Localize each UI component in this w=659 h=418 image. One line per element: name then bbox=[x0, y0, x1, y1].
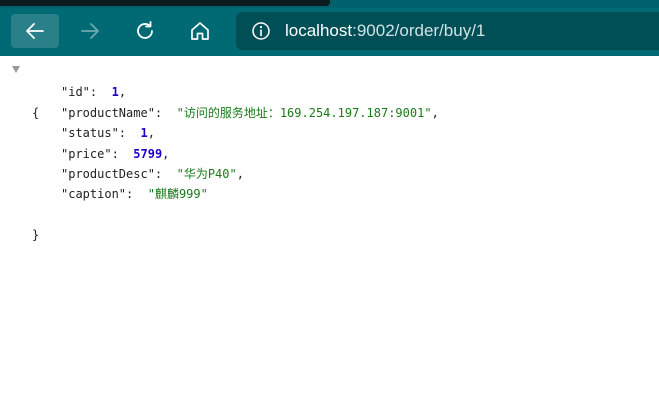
browser-toolbar: localhost:9002/order/buy/1 bbox=[0, 8, 659, 56]
json-comma: , bbox=[236, 166, 244, 181]
json-colon: : bbox=[118, 126, 141, 141]
site-info-button[interactable] bbox=[251, 21, 271, 41]
arrow-right-icon bbox=[81, 23, 99, 39]
json-key: "productDesc" bbox=[61, 166, 155, 181]
json-key: "id" bbox=[61, 85, 90, 100]
json-comma: , bbox=[147, 126, 155, 141]
json-entry: "caption": "麒麟999" bbox=[0, 184, 659, 204]
collapse-toggle-icon[interactable] bbox=[12, 66, 20, 73]
json-value: 5799 bbox=[133, 146, 163, 161]
json-colon: : bbox=[89, 85, 112, 100]
json-key: "productName" bbox=[61, 105, 155, 120]
active-tab-edge bbox=[0, 0, 330, 6]
json-colon: : bbox=[154, 166, 177, 181]
json-entries: "id": 1, "productName": "访问的服务地址：169.254.… bbox=[0, 82, 659, 204]
json-colon: : bbox=[154, 105, 177, 120]
json-entry-content: "id": 1, bbox=[61, 82, 126, 102]
home-button[interactable] bbox=[176, 14, 224, 48]
json-entry: "status": 1, bbox=[0, 123, 659, 143]
json-close-line: } bbox=[0, 205, 659, 242]
json-value: 1 bbox=[111, 85, 119, 100]
json-entry-content: "caption": "麒麟999" bbox=[61, 184, 208, 204]
url-path: :9002/order/buy/1 bbox=[352, 21, 486, 40]
json-close-brace: } bbox=[32, 228, 40, 243]
url-host: localhost bbox=[285, 21, 353, 40]
json-entry-content: "price": 5799, bbox=[61, 144, 169, 164]
json-value: "麒麟999" bbox=[147, 187, 208, 202]
json-value: "华为P40" bbox=[176, 166, 237, 181]
arrow-left-icon bbox=[26, 23, 44, 39]
json-entry-content: "productName": "访问的服务地址：169.254.197.187:… bbox=[61, 103, 439, 123]
json-value: "访问的服务地址：169.254.197.187:9001" bbox=[176, 105, 432, 120]
address-bar[interactable]: localhost:9002/order/buy/1 bbox=[236, 12, 659, 50]
json-key: "caption" bbox=[61, 187, 127, 202]
json-entry-content: "productDesc": "华为P40", bbox=[61, 164, 244, 184]
json-comma: , bbox=[431, 105, 439, 120]
json-open-line: { bbox=[0, 62, 659, 120]
json-entry: "productDesc": "华为P40", bbox=[0, 164, 659, 184]
refresh-icon bbox=[137, 21, 153, 39]
json-value: 1 bbox=[140, 126, 148, 141]
tab-strip bbox=[0, 0, 659, 8]
json-comma: , bbox=[118, 85, 127, 100]
json-key: "status" bbox=[61, 126, 119, 141]
json-colon: : bbox=[111, 146, 134, 161]
refresh-button[interactable] bbox=[121, 14, 169, 48]
url-text[interactable]: localhost:9002/order/buy/1 bbox=[285, 21, 485, 41]
info-icon bbox=[252, 22, 270, 40]
json-key: "price" bbox=[61, 146, 112, 161]
forward-button[interactable] bbox=[66, 14, 114, 48]
json-entry: "id": 1, bbox=[0, 82, 659, 102]
json-viewer: { "id": 1, "productName": "访问的服务地址：169.25… bbox=[0, 62, 659, 242]
json-colon: : bbox=[126, 187, 148, 202]
back-button[interactable] bbox=[11, 14, 59, 48]
json-entry: "productName": "访问的服务地址：169.254.197.187:… bbox=[0, 103, 659, 123]
json-entry: "price": 5799, bbox=[0, 144, 659, 164]
home-icon bbox=[191, 22, 209, 40]
json-entry-content: "status": 1, bbox=[61, 123, 155, 143]
json-comma: , bbox=[162, 146, 170, 161]
